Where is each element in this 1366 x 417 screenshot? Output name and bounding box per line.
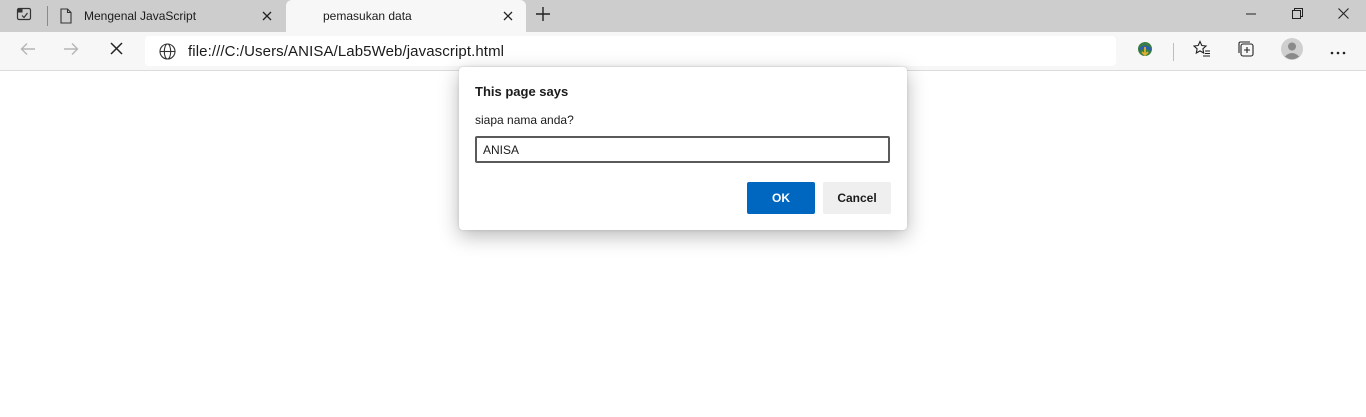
minimize-icon xyxy=(1246,6,1256,24)
cancel-button[interactable]: Cancel xyxy=(823,182,891,214)
document-icon xyxy=(58,8,74,24)
stop-loading-button[interactable] xyxy=(102,37,130,65)
prompt-input[interactable] xyxy=(475,136,890,163)
settings-menu-button[interactable] xyxy=(1326,39,1350,63)
restore-icon xyxy=(1291,6,1303,24)
tab-title: Mengenal JavaScript xyxy=(84,9,197,23)
navigation-toolbar: file:///C:/Users/ANISA/Lab5Web/javascrip… xyxy=(0,32,1366,71)
tab-actions-button[interactable] xyxy=(8,4,40,28)
collections-icon xyxy=(1237,40,1255,63)
tab-actions-icon xyxy=(16,6,32,27)
tab-pemasukan-data[interactable]: pemasukan data xyxy=(286,0,526,32)
url-text[interactable]: file:///C:/Users/ANISA/Lab5Web/javascrip… xyxy=(188,43,504,60)
restore-button[interactable] xyxy=(1274,0,1320,30)
favorites-button[interactable] xyxy=(1190,39,1214,63)
tab-title: pemasukan data xyxy=(323,9,412,23)
dialog-title: This page says xyxy=(475,84,569,99)
profile-button[interactable] xyxy=(1280,37,1304,66)
minimize-button[interactable] xyxy=(1228,0,1274,30)
back-button[interactable] xyxy=(14,37,42,65)
tab-strip: Mengenal JavaScript pemasukan data xyxy=(0,0,1366,32)
close-tab-icon[interactable] xyxy=(500,8,516,24)
ok-button[interactable]: OK xyxy=(747,182,815,214)
close-tab-icon[interactable] xyxy=(259,8,275,24)
prompt-dialog: This page says siapa nama anda? OK Cance… xyxy=(459,67,907,230)
arrow-right-icon xyxy=(63,42,79,61)
avatar-icon xyxy=(1280,37,1304,66)
more-horizontal-icon xyxy=(1330,42,1346,60)
forward-button[interactable] xyxy=(57,37,85,65)
tab-mengenal-javascript[interactable]: Mengenal JavaScript xyxy=(48,0,285,32)
extension-button[interactable] xyxy=(1133,39,1157,63)
download-manager-icon xyxy=(1135,39,1155,64)
plus-icon xyxy=(536,6,550,26)
close-icon xyxy=(109,42,123,60)
dialog-message: siapa nama anda? xyxy=(475,113,574,127)
globe-icon[interactable] xyxy=(158,42,176,60)
close-icon xyxy=(1337,6,1349,24)
close-window-button[interactable] xyxy=(1320,0,1366,30)
toolbar-separator xyxy=(1173,43,1174,61)
arrow-left-icon xyxy=(20,42,36,61)
star-list-icon xyxy=(1192,39,1211,63)
collections-button[interactable] xyxy=(1234,39,1258,63)
new-tab-button[interactable] xyxy=(531,4,555,28)
address-bar[interactable]: file:///C:/Users/ANISA/Lab5Web/javascrip… xyxy=(145,36,1116,66)
